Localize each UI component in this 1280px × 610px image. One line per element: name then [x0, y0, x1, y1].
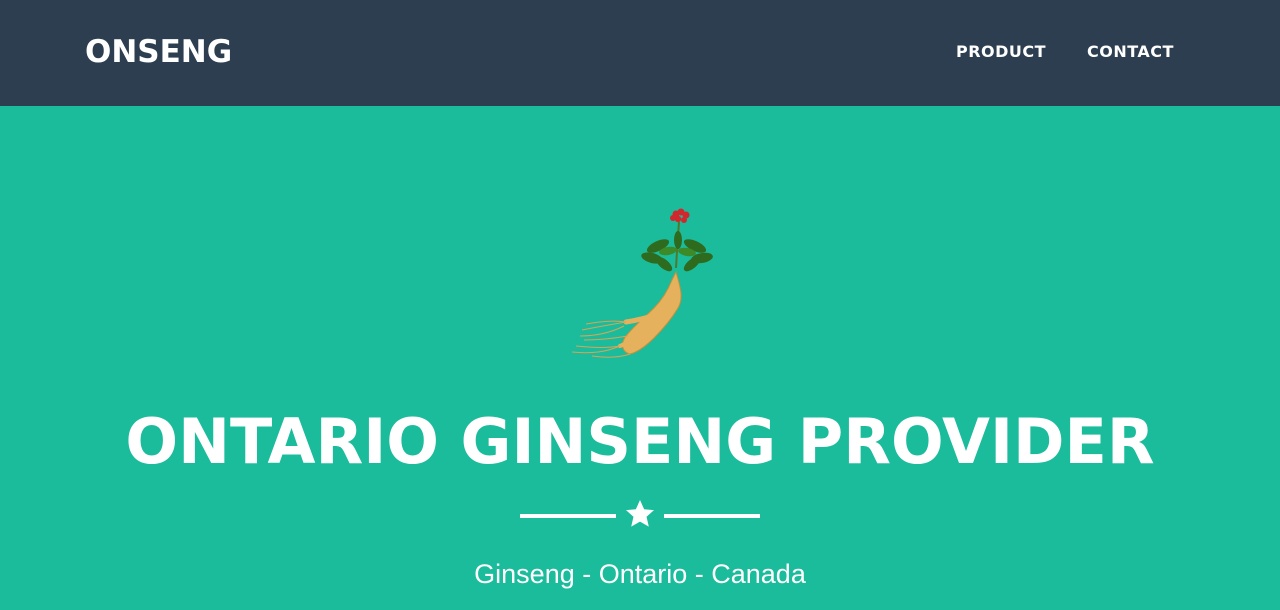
- masthead: ONTARIO GINSENG PROVIDER Ginseng - Ontar…: [0, 106, 1280, 610]
- page-subheading: Ginseng - Ontario - Canada: [474, 559, 806, 589]
- brand-logo-link[interactable]: ONSENG: [85, 33, 232, 71]
- page-heading: ONTARIO GINSENG PROVIDER: [125, 405, 1155, 478]
- divider-line-right: [664, 514, 760, 518]
- navbar: ONSENG PRODUCT CONTACT: [0, 0, 1280, 106]
- star-icon: [624, 498, 656, 530]
- star-divider: [520, 498, 760, 532]
- ginseng-root-icon: [568, 206, 718, 358]
- nav-link-contact[interactable]: CONTACT: [1087, 43, 1174, 61]
- nav-link-product[interactable]: PRODUCT: [956, 43, 1046, 61]
- divider-line-left: [520, 514, 616, 518]
